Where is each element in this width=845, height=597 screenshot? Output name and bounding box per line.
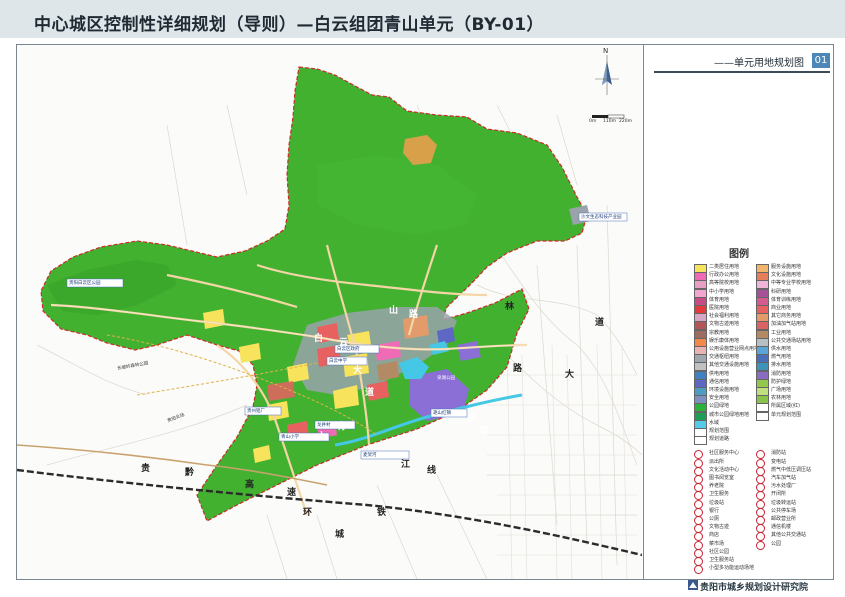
scale-bar: [592, 114, 625, 119]
district-label: 贵: [141, 464, 151, 474]
legend-swatch: [694, 436, 707, 446]
institute-name: 贵阳市城乡规划设计研究院: [700, 583, 809, 593]
district-label: 山: [389, 306, 399, 316]
sheet-number: 01: [812, 53, 830, 68]
district-label: 青: [337, 422, 347, 432]
district-label: 速: [287, 488, 297, 498]
sheet-title: ——单元用地规划图 01: [654, 53, 830, 73]
place-label: 贵州铝厂: [247, 409, 265, 414]
facility-symbol-icon: [756, 540, 765, 550]
district-label: 道: [595, 318, 605, 328]
district-label: 道: [365, 388, 375, 398]
place-label: 艳山红镇: [433, 411, 451, 416]
legend: 二类居住用地 行政办公用地 高等院校用地 中小学用地 体育用地 医院用地 社会福利用地 文物古…: [694, 263, 824, 575]
place-label: 青山小学: [281, 435, 299, 440]
legend-heading: 图例: [729, 249, 749, 260]
district-label: 环: [303, 508, 313, 518]
scale-label-1: 110m: [603, 119, 616, 124]
district-label: 城: [335, 530, 345, 540]
place-label: 白云区政府: [337, 347, 360, 352]
north-label: N: [603, 47, 609, 55]
district-label: 泉: [467, 414, 477, 424]
district-label: 铁: [377, 508, 387, 518]
legend-swatch: [756, 411, 769, 421]
district-label: 黔: [185, 468, 195, 478]
legend-label: 公园: [771, 540, 782, 547]
district-label: 白: [314, 334, 324, 344]
place-label: 龙井村: [317, 423, 331, 428]
district-label: 江: [401, 460, 411, 470]
map-canvas: [17, 45, 642, 579]
map-frame: N 0m 110m 220m 白 云 大 道 山 路 六 青 林 路 大 道 江…: [16, 44, 834, 580]
district-label: 路: [513, 364, 523, 374]
district-label: 大: [353, 366, 363, 376]
place-label: 贵阳白云区公园: [69, 281, 101, 286]
place-label: 沙文生态科技产业园: [581, 215, 622, 220]
legend-label: 规划道路: [709, 436, 730, 443]
district-label: 高: [245, 480, 255, 490]
district-label: 湖: [479, 426, 489, 436]
facility-symbol-icon: [694, 565, 703, 575]
place-label: 白云中学: [329, 359, 347, 364]
side-panel: ——单元用地规划图 01 图例 二类居住用地 行政办公用地 高等院校用地 中小学用地体…: [643, 45, 834, 579]
district-label: 六: [317, 432, 327, 442]
district-label: 路: [409, 310, 419, 320]
place-label: 麦架河: [363, 453, 377, 458]
legend-label: 单元规划范围: [771, 411, 802, 418]
map-area[interactable]: N 0m 110m 220m 白 云 大 道 山 路 六 青 林 路 大 道 江…: [17, 45, 642, 579]
district-label: 大: [565, 370, 575, 380]
page-title: 中心城区控制性详细规划（导则）—白云组团青山单元（BY-01）: [34, 15, 545, 35]
district-label: 林: [505, 302, 515, 312]
scale-label-2: 220m: [619, 119, 632, 124]
place-label: 泉湖公园: [437, 376, 455, 381]
district-label: 线: [427, 466, 437, 476]
institute-logo-icon: [688, 580, 698, 590]
scale-label-0: 0m: [589, 119, 597, 124]
legend-label: 小型多功能运动场地: [709, 565, 755, 572]
sheet-name: ——单元用地规划图: [714, 58, 804, 69]
